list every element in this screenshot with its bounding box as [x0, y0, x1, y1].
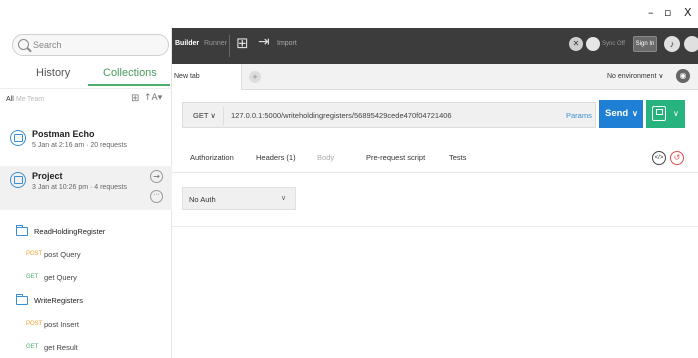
chevron-down-icon[interactable]: ∨: [673, 109, 679, 118]
request-item[interactable]: POST post Query: [0, 247, 172, 265]
folder-write-registers[interactable]: WriteRegisters: [0, 293, 172, 311]
environment-quick-look-icon[interactable]: ◉: [676, 69, 690, 83]
filter-me[interactable]: Me: [16, 96, 26, 103]
tab-authorization[interactable]: Authorization: [190, 153, 234, 162]
import-button[interactable]: Import: [277, 40, 297, 47]
request-label: get Result: [44, 343, 78, 352]
runner-button[interactable]: Runner: [204, 40, 227, 47]
tab-pre-request-script[interactable]: Pre-request script: [366, 153, 425, 162]
folder-label: ReadHoldingRegister: [34, 227, 106, 236]
chevron-down-icon[interactable]: ∨: [632, 109, 638, 118]
send-label: Send: [605, 108, 629, 119]
search-placeholder: Search: [33, 40, 62, 50]
tab-body[interactable]: Body: [317, 153, 334, 162]
request-method: GET: [26, 344, 39, 350]
sync-status: Sync Off: [602, 41, 625, 47]
tab-history[interactable]: History: [36, 67, 70, 79]
auth-type-value: No Auth: [189, 195, 216, 204]
filter-team[interactable]: Team: [27, 96, 44, 103]
top-toolbar: Builder Runner ⊞ ⇥ Import ✕ Sync Off Sig…: [172, 28, 698, 64]
window-title-bar: – ▫ X: [0, 0, 698, 26]
collection-project[interactable]: Project 3 Jan at 10:26 pm · 4 requests →…: [0, 166, 172, 210]
minimize-button[interactable]: –: [648, 6, 654, 19]
url-separator: [223, 107, 224, 125]
save-button[interactable]: ∨: [646, 100, 685, 128]
tab-collections[interactable]: Collections: [103, 67, 157, 79]
sync-icon[interactable]: [586, 37, 600, 51]
settings-icon[interactable]: [684, 36, 698, 52]
new-collection-icon[interactable]: ⊞: [131, 93, 139, 104]
request-label: post Insert: [44, 320, 80, 329]
more-options-icon[interactable]: ···: [150, 190, 163, 203]
chevron-down-icon: ∨: [281, 194, 287, 202]
request-label: post Query: [44, 250, 81, 259]
send-button[interactable]: Send ∨: [599, 100, 643, 128]
close-button[interactable]: X: [684, 6, 692, 19]
collection-meta: 5 Jan at 2:16 am · 20 requests: [32, 142, 127, 149]
new-window-icon[interactable]: ⊞: [236, 34, 249, 52]
search-input[interactable]: Search: [12, 34, 169, 56]
collection-meta: 3 Jan at 10:26 pm · 4 requests: [32, 184, 127, 191]
sort-icon[interactable]: ↑A▾: [144, 93, 162, 103]
collection-name: Postman Echo: [32, 129, 95, 139]
sidebar: Search History Collections All Me Team ⊞…: [0, 26, 172, 358]
collection-name: Project: [32, 171, 63, 181]
import-icon[interactable]: ⇥: [258, 34, 270, 50]
request-subtabs: Authorization Headers (1) Body Pre-reque…: [172, 145, 698, 173]
collection-folder-icon: [10, 130, 26, 146]
tab-label: New tab: [174, 73, 200, 80]
active-tab-indicator: [88, 84, 170, 86]
request-item[interactable]: GET get Result: [0, 340, 172, 358]
collection-folder-icon: [10, 172, 26, 188]
interceptor-icon[interactable]: ✕: [569, 37, 583, 51]
tab-tests[interactable]: Tests: [449, 153, 467, 162]
request-tab-strip: New tab + No environment ∨ ◉: [172, 64, 698, 90]
arrow-right-icon[interactable]: →: [150, 170, 163, 183]
folder-icon: [16, 294, 28, 305]
folder-read-holding-register[interactable]: ReadHoldingRegister: [0, 224, 172, 242]
builder-button[interactable]: Builder: [175, 40, 199, 47]
environment-select[interactable]: No environment ∨: [607, 72, 663, 80]
method-select[interactable]: GET ∨: [193, 111, 216, 120]
notifications-icon[interactable]: ♪: [664, 36, 680, 52]
section-divider: [172, 226, 698, 227]
filter-all[interactable]: All: [6, 96, 14, 103]
sidebar-tabs: History Collections: [0, 64, 172, 86]
add-tab-icon[interactable]: +: [249, 71, 261, 83]
maximize-button[interactable]: ▫: [664, 6, 671, 19]
search-icon: [18, 39, 29, 50]
toolbar-divider: [229, 35, 230, 57]
collection-postman-echo[interactable]: Postman Echo 5 Jan at 2:16 am · 20 reque…: [0, 124, 172, 166]
auth-type-select[interactable]: No Auth ∨: [182, 187, 296, 210]
folder-label: WriteRegisters: [34, 296, 84, 305]
request-method: GET: [26, 274, 39, 280]
code-icon[interactable]: </>: [652, 151, 666, 165]
request-item[interactable]: POST post Insert: [0, 317, 172, 335]
collection-filter-row: All Me Team ⊞ ↑A▾: [0, 88, 172, 112]
request-url-bar: GET ∨ 127.0.0.1:5000/writeholdingregiste…: [182, 102, 596, 128]
url-input[interactable]: 127.0.0.1:5000/writeholdingregisters/568…: [231, 111, 452, 120]
sign-in-button[interactable]: Sign In: [633, 36, 657, 52]
tab-new-tab[interactable]: New tab: [172, 64, 242, 90]
params-button[interactable]: Params: [566, 111, 592, 120]
request-label: get Query: [44, 273, 77, 282]
tab-headers[interactable]: Headers (1): [256, 153, 296, 162]
request-item[interactable]: GET get Query: [0, 270, 172, 288]
reset-icon[interactable]: ↺: [670, 151, 684, 165]
save-icon: [652, 106, 666, 121]
request-method: POST: [26, 321, 43, 327]
folder-icon: [16, 225, 28, 236]
request-method: POST: [26, 251, 43, 257]
